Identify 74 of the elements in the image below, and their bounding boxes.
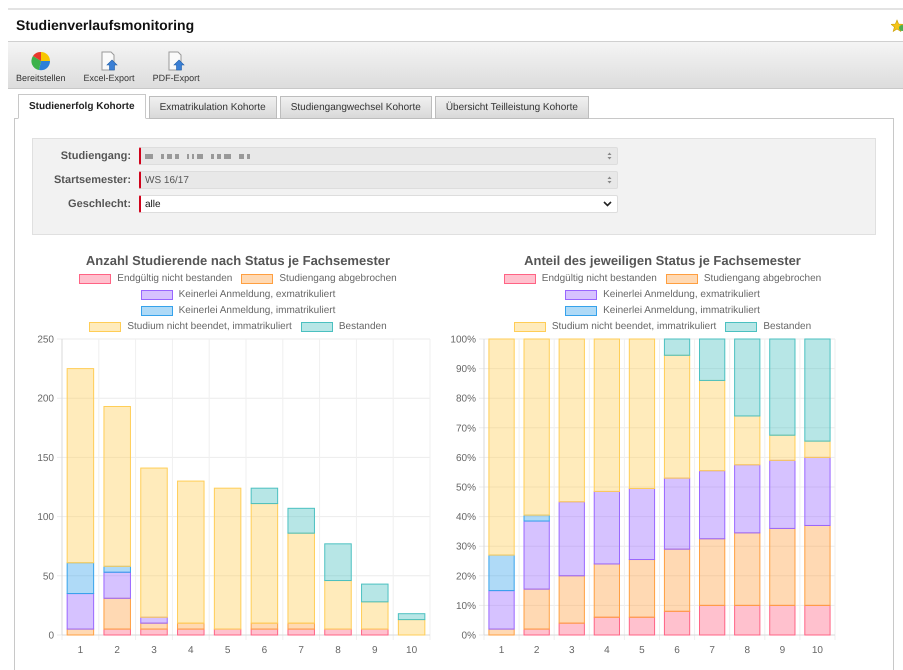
tab[interactable]: Studiengangwechsel Kohorte [280,96,432,119]
legend-label: Bestanden [763,322,812,332]
axis-tick-label: 50 [42,571,54,582]
axis-tick-label: 4 [188,645,194,656]
pie-chart-icon [30,51,51,71]
axis-tick-label: 9 [780,645,786,656]
axis-tick-label: 2 [534,645,540,656]
axis-tick-label: 9 [372,645,378,656]
axis-tick-label: 3 [568,645,575,656]
legend-label: Keinerlei Anmeldung, exmatrikuliert [178,290,336,300]
legend-label: Studium nicht beendet, immatrikuliert [552,322,716,332]
select-field[interactable]: alle [139,195,618,213]
star-icon[interactable] [891,18,903,32]
axis-tick-label: 200 [37,394,54,405]
axis-tick-label: 150 [37,452,54,464]
chart-title: Anteil des jeweiligen Status je Fachsemester [524,254,801,267]
axis-tick-label: 5 [224,645,230,656]
legend-label: Endgültig nicht bestanden [542,274,657,284]
axis-tick-label: 1 [498,645,504,656]
axis-tick-label: 10 [406,645,418,656]
sort-arrows-icon [607,176,612,184]
axis-tick-label: 8 [335,645,341,656]
legend-label: Studium nicht beendet, immatrikuliert [127,322,292,332]
field-label: Studiengang: [60,148,132,164]
axis-tick-label: 50% [456,482,476,494]
legend-label: Keinerlei Anmeldung, immatrikuliert [178,306,336,316]
axis-tick-label: 0% [462,630,476,642]
axis-tick-label: 70% [456,423,476,434]
axis-tick-label: 5 [639,645,645,656]
field-label: Geschlecht: [67,196,132,212]
select-field: WS 16/17 [139,171,618,189]
field-label: Startsemester: [52,172,132,188]
document-upload-icon [99,51,120,71]
axis-tick-label: 10 [812,645,824,656]
bar-segment [324,543,352,582]
tab[interactable]: Übersicht Teilleistung Kohorte [434,96,589,119]
axis-tick-label: 40% [456,512,476,524]
toolbar-button[interactable]: PDF-Export [150,51,202,83]
chart-title: Anzahl Studierende nach Status je Fachsemester [86,254,390,267]
axis-tick-label: 6 [262,645,268,656]
legend-label: Studiengang abgebrochen [704,274,822,284]
axis-tick-label: 0 [48,630,54,642]
axis-tick-label: 1 [78,645,84,656]
axis-tick-label: 7 [709,645,715,656]
bar-segment [734,464,760,534]
chevron-down-icon [603,201,612,207]
axis-tick-label: 7 [298,645,304,656]
toolbar-button[interactable]: Excel-Export [82,51,137,83]
axis-tick-label: 90% [456,364,476,376]
legend-label: Bestanden [338,322,387,332]
axis-tick-label: 80% [456,394,476,405]
axis-tick-label: 30% [456,542,476,553]
bar-segment [699,470,726,540]
axis-tick-label: 3 [151,645,157,656]
tab[interactable]: Exmatrikulation Kohorte [148,96,277,119]
sort-arrows-icon [607,152,612,160]
legend-label: Keinerlei Anmeldung, immatrikuliert [603,306,760,316]
page-title: Studienverlaufsmonitoring [16,16,194,35]
tab[interactable]: Studienerfolg Kohorte [18,94,146,119]
document-upload-icon [166,51,186,71]
toolbar-button[interactable]: Bereitstellen [14,51,68,83]
axis-tick-label: 6 [674,645,680,656]
axis-tick-label: 100 [37,512,54,524]
legend-label: Endgültig nicht bestanden [117,274,232,284]
axis-tick-label: 250 [37,334,54,346]
legend-label: Studiengang abgebrochen [279,274,397,284]
axis-tick-label: 10% [456,600,476,612]
legend-label: Keinerlei Anmeldung, exmatrikuliert [603,290,760,300]
axis-tick-label: 20% [456,571,476,582]
axis-tick-label: 8 [744,645,750,656]
axis-tick-label: 100% [450,334,476,346]
axis-tick-label: 4 [604,645,610,656]
axis-tick-label: 60% [456,452,476,464]
axis-tick-label: 2 [114,645,120,656]
